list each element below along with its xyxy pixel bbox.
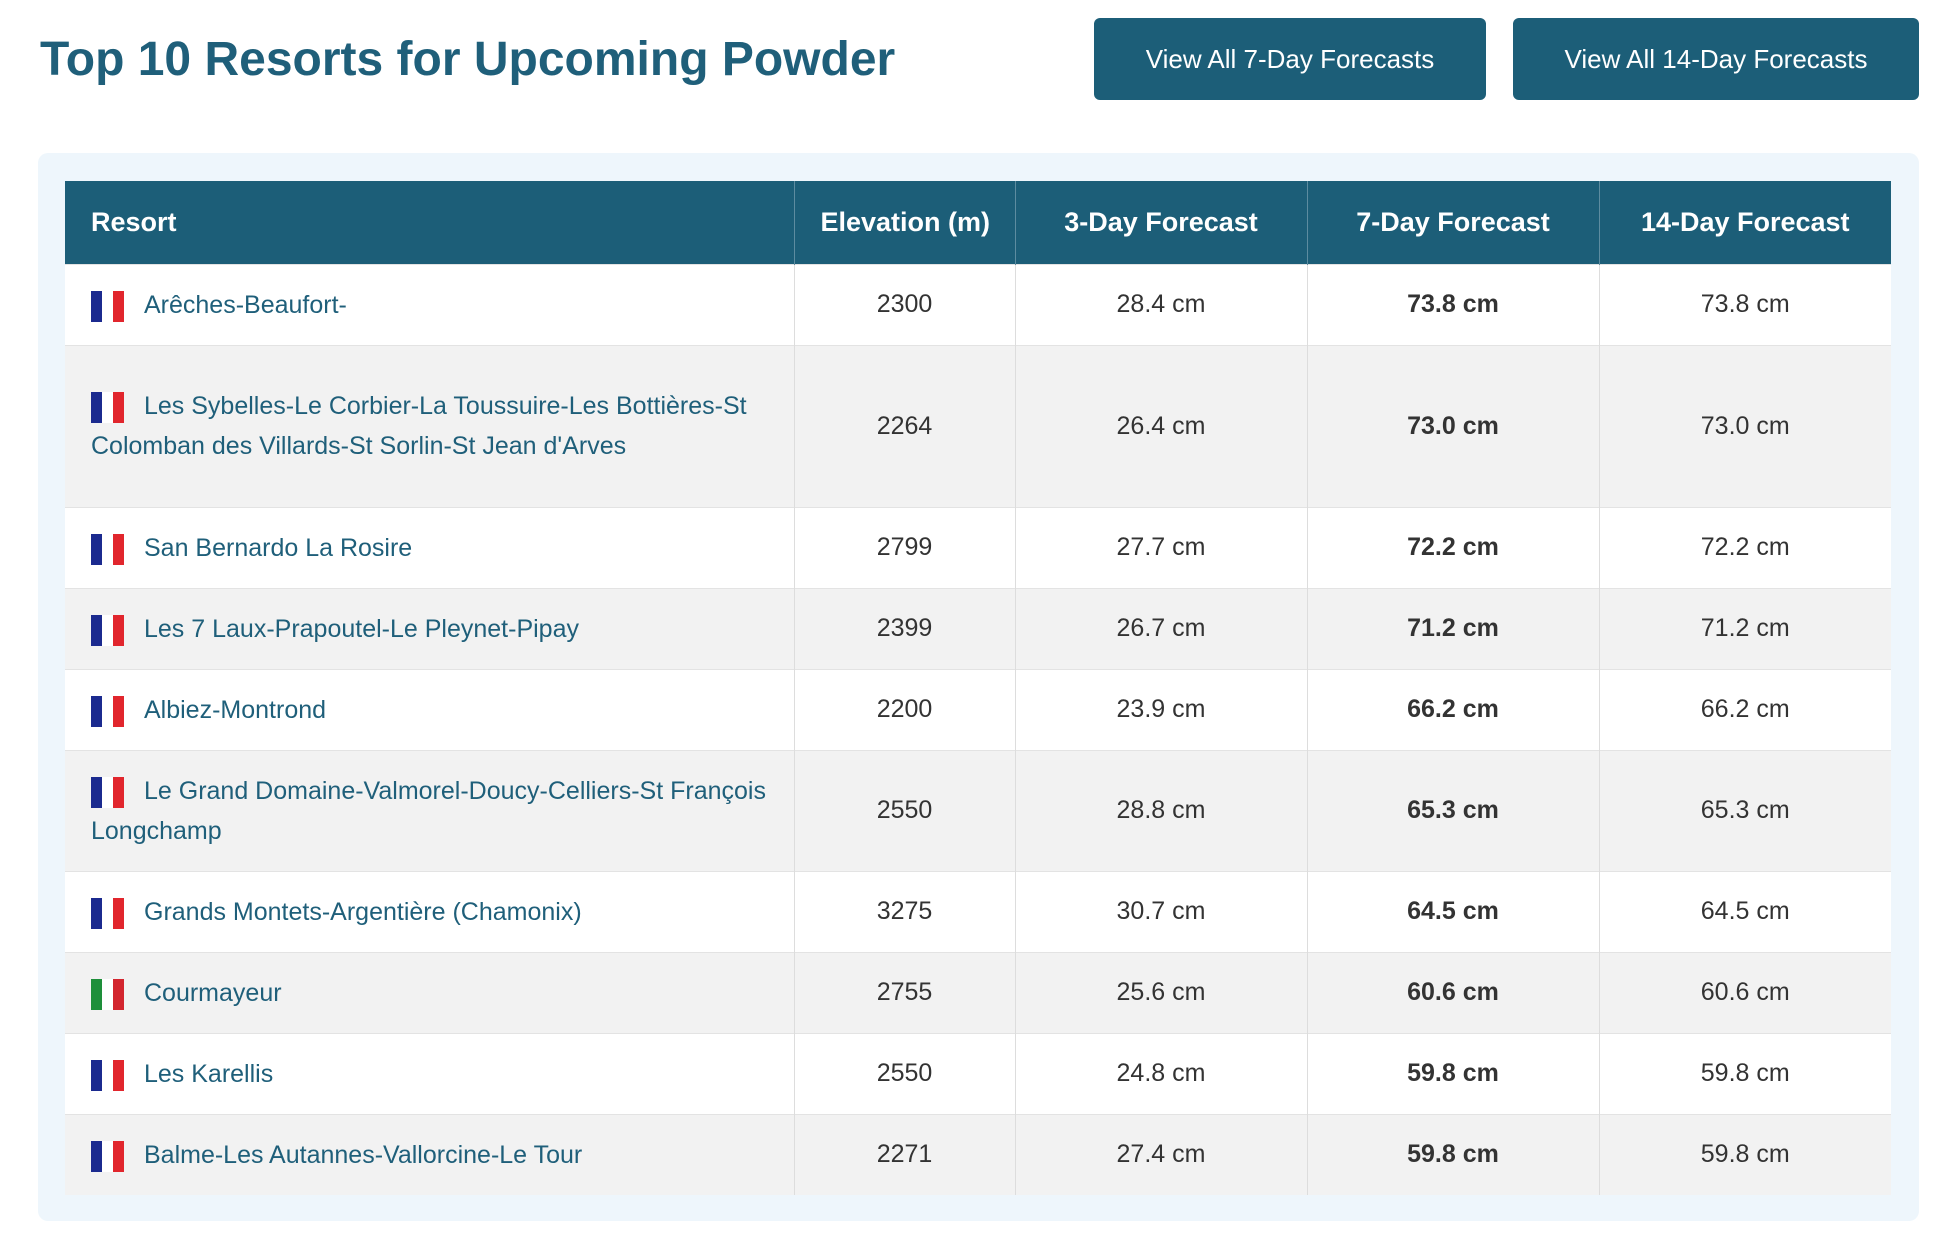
14-day-forecast-cell: 73.0 cm xyxy=(1599,344,1891,507)
14-day-forecast-cell: 65.3 cm xyxy=(1599,749,1891,871)
elevation-cell: 2550 xyxy=(794,1032,1016,1114)
column-header-7-day-forecast: 7-Day Forecast xyxy=(1307,181,1600,264)
14-day-forecast-cell: 64.5 cm xyxy=(1599,870,1891,952)
resort-name-link[interactable]: San Bernardo La Rosire xyxy=(144,534,412,562)
table-row: Courmayeur 2755 25.6 cm 60.6 cm 60.6 cm xyxy=(65,951,1891,1033)
3-day-forecast-cell: 27.4 cm xyxy=(1015,1113,1308,1195)
column-header-3-day-forecast: 3-Day Forecast xyxy=(1015,181,1308,264)
resort-name-link[interactable]: Le Grand Domaine-Valmorel-Doucy-Celliers… xyxy=(91,777,766,845)
14-day-forecast-cell: 60.6 cm xyxy=(1599,951,1891,1033)
table-row: Grands Montets-Argentière (Chamonix) 3275… xyxy=(65,870,1891,952)
14-day-forecast-cell: 73.8 cm xyxy=(1599,263,1891,345)
14-day-forecast-cell: 59.8 cm xyxy=(1599,1113,1891,1195)
table-row: Les 7 Laux-Prapoutel-Le Pleynet-Pipay 239… xyxy=(65,587,1891,669)
elevation-cell: 2550 xyxy=(794,749,1016,871)
resort-cell: Le Grand Domaine-Valmorel-Doucy-Celliers… xyxy=(65,749,795,871)
france-flag-icon xyxy=(91,776,124,808)
3-day-forecast-cell: 26.7 cm xyxy=(1015,587,1308,669)
14-day-forecast-cell: 66.2 cm xyxy=(1599,668,1891,750)
view-all-14-day-forecasts-button[interactable]: View All 14-Day Forecasts xyxy=(1513,18,1919,100)
resort-cell: Balme-Les Autannes-Vallorcine-Le Tour xyxy=(65,1113,795,1195)
france-flag-icon xyxy=(91,695,124,727)
elevation-cell: 2300 xyxy=(794,263,1016,345)
column-header-elevation: Elevation (m) xyxy=(794,181,1016,264)
7-day-forecast-cell: 65.3 cm xyxy=(1307,749,1600,871)
7-day-forecast-cell: 64.5 cm xyxy=(1307,870,1600,952)
france-flag-icon xyxy=(91,897,124,929)
table-header-row: Resort Elevation (m) 3-Day Forecast 7-Da… xyxy=(65,181,1891,264)
view-all-7-day-forecasts-button[interactable]: View All 7-Day Forecasts xyxy=(1094,18,1486,100)
resort-name-link[interactable]: Les Sybelles-Le Corbier-La Toussuire-Les… xyxy=(91,392,747,460)
resort-cell: Grands Montets-Argentière (Chamonix) xyxy=(65,870,795,952)
italy-flag-icon xyxy=(91,978,124,1010)
14-day-forecast-cell: 71.2 cm xyxy=(1599,587,1891,669)
elevation-cell: 2264 xyxy=(794,344,1016,507)
7-day-forecast-cell: 73.8 cm xyxy=(1307,263,1600,345)
elevation-cell: 2755 xyxy=(794,951,1016,1033)
resort-cell: Albiez-Montrond xyxy=(65,668,795,750)
3-day-forecast-cell: 28.8 cm xyxy=(1015,749,1308,871)
resort-cell: Les Karellis xyxy=(65,1032,795,1114)
table-row: Arêches-Beaufort- 2300 28.4 cm 73.8 cm 73.8 … xyxy=(65,263,1891,345)
7-day-forecast-cell: 60.6 cm xyxy=(1307,951,1600,1033)
france-flag-icon xyxy=(91,1059,124,1091)
resort-name-link[interactable]: Balme-Les Autannes-Vallorcine-Le Tour xyxy=(144,1141,582,1169)
france-flag-icon xyxy=(91,290,124,322)
france-flag-icon xyxy=(91,614,124,646)
resort-cell: Les 7 Laux-Prapoutel-Le Pleynet-Pipay xyxy=(65,587,795,669)
table-row: Les Karellis 2550 24.8 cm 59.8 cm 59.8 cm xyxy=(65,1032,1891,1114)
3-day-forecast-cell: 30.7 cm xyxy=(1015,870,1308,952)
3-day-forecast-cell: 23.9 cm xyxy=(1015,668,1308,750)
resort-name-link[interactable]: Les Karellis xyxy=(144,1060,273,1088)
resort-name-link[interactable]: Grands Montets-Argentière (Chamonix) xyxy=(144,898,582,926)
elevation-cell: 2200 xyxy=(794,668,1016,750)
7-day-forecast-cell: 72.2 cm xyxy=(1307,506,1600,588)
table-body: Arêches-Beaufort- 2300 28.4 cm 73.8 cm 73.8 … xyxy=(65,263,1891,1195)
14-day-forecast-cell: 72.2 cm xyxy=(1599,506,1891,588)
3-day-forecast-cell: 26.4 cm xyxy=(1015,344,1308,507)
france-flag-icon xyxy=(91,533,124,565)
table-row: San Bernardo La Rosire 2799 27.7 cm 72.2 cm… xyxy=(65,506,1891,588)
page-title: Top 10 Resorts for Upcoming Powder xyxy=(40,33,896,86)
resort-name-link[interactable]: Les 7 Laux-Prapoutel-Le Pleynet-Pipay xyxy=(144,615,579,643)
table-row: Albiez-Montrond 2200 23.9 cm 66.2 cm 66.2 cm xyxy=(65,668,1891,750)
7-day-forecast-cell: 59.8 cm xyxy=(1307,1113,1600,1195)
3-day-forecast-cell: 27.7 cm xyxy=(1015,506,1308,588)
3-day-forecast-cell: 25.6 cm xyxy=(1015,951,1308,1033)
14-day-forecast-cell: 59.8 cm xyxy=(1599,1032,1891,1114)
table-row: Balme-Les Autannes-Vallorcine-Le Tour 227… xyxy=(65,1113,1891,1195)
table-row: Le Grand Domaine-Valmorel-Doucy-Celliers… xyxy=(65,749,1891,871)
7-day-forecast-cell: 71.2 cm xyxy=(1307,587,1600,669)
resort-cell: Arêches-Beaufort- xyxy=(65,263,795,345)
resort-cell: San Bernardo La Rosire xyxy=(65,506,795,588)
france-flag-icon xyxy=(91,392,124,423)
7-day-forecast-cell: 66.2 cm xyxy=(1307,668,1600,750)
elevation-cell: 3275 xyxy=(794,870,1016,952)
resort-cell: Courmayeur xyxy=(65,951,795,1033)
resort-name-link[interactable]: Arêches-Beaufort- xyxy=(144,291,347,319)
7-day-forecast-cell: 73.0 cm xyxy=(1307,344,1600,507)
7-day-forecast-cell: 59.8 cm xyxy=(1307,1032,1600,1114)
column-header-14-day-forecast: 14-Day Forecast xyxy=(1599,181,1891,264)
3-day-forecast-cell: 24.8 cm xyxy=(1015,1032,1308,1114)
elevation-cell: 2271 xyxy=(794,1113,1016,1195)
elevation-cell: 2399 xyxy=(794,587,1016,669)
column-header-resort: Resort xyxy=(65,181,795,264)
resorts-table: Resort Elevation (m) 3-Day Forecast 7-Da… xyxy=(65,181,1891,1195)
elevation-cell: 2799 xyxy=(794,506,1016,588)
france-flag-icon xyxy=(91,1140,124,1172)
resort-cell: Les Sybelles-Le Corbier-La Toussuire-Les… xyxy=(65,344,795,507)
resort-name-link[interactable]: Albiez-Montrond xyxy=(144,696,326,724)
3-day-forecast-cell: 28.4 cm xyxy=(1015,263,1308,345)
resort-name-link[interactable]: Courmayeur xyxy=(144,979,282,1007)
table-row: Les Sybelles-Le Corbier-La Toussuire-Les… xyxy=(65,344,1891,507)
